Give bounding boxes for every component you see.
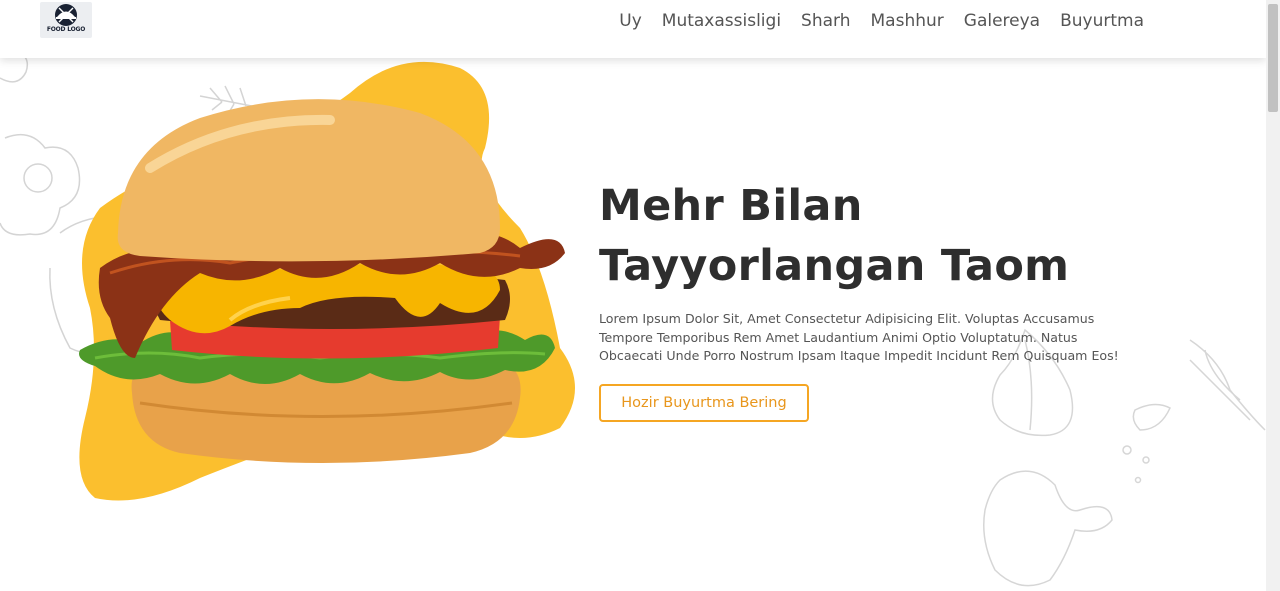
hero-title: Mehr Bilan Tayyorlangan Taom xyxy=(599,181,1070,291)
nav-link-mashhur[interactable]: Mashhur xyxy=(871,10,944,32)
page-scrollbar[interactable] xyxy=(1266,0,1280,591)
order-now-button[interactable]: Hozir Buyurtma Bering xyxy=(599,383,809,422)
nav-link-mutaxassisligi[interactable]: Mutaxassisligi xyxy=(662,10,781,32)
hero-content: Mehr Bilan Tayyorlangan Taom Lorem Ipsum… xyxy=(599,176,1159,422)
logo-text: FOOD LOGO xyxy=(46,26,86,33)
nav-link-uy[interactable]: Uy xyxy=(619,10,642,32)
food-logo-icon xyxy=(55,4,77,26)
hero-description: Lorem Ipsum Dolor Sit, Amet Consectetur … xyxy=(599,311,1119,363)
site-header: FOOD LOGO Uy Mutaxassisligi Sharh Mashhu… xyxy=(0,0,1266,58)
nav-link-galereya[interactable]: Galereya xyxy=(964,10,1040,32)
nav-link-buyurtma[interactable]: Buyurtma xyxy=(1060,10,1144,32)
scrollbar-thumb[interactable] xyxy=(1268,4,1278,112)
nav-link-sharh[interactable]: Sharh xyxy=(801,10,850,32)
burger-image xyxy=(0,58,575,501)
food-logo[interactable]: FOOD LOGO xyxy=(40,2,92,38)
main-nav: Uy Mutaxassisligi Sharh Mashhur Galereya… xyxy=(619,10,1144,32)
